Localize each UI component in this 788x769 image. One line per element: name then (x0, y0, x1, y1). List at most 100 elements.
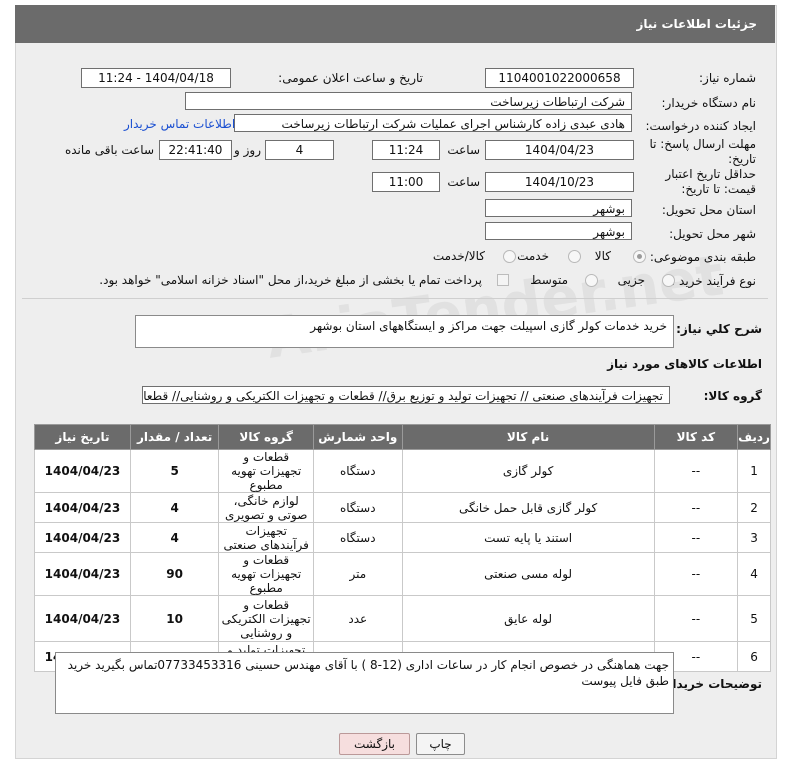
cell-qty: 90 (129, 552, 220, 596)
summary-textarea[interactable]: خرید خدمات کولر گازی اسپیلت جهت مراکز و … (135, 315, 674, 348)
col-header-name: نام کالا (401, 424, 655, 450)
cell-unit: دستگاه (312, 449, 403, 493)
goods-group-label: گروه کالا: (703, 389, 762, 403)
cell-date: 1404/04/23 (34, 552, 131, 596)
col-header-code: کد کالا (653, 424, 739, 450)
reply-days-field: 4 (265, 140, 334, 160)
category-radio-goods[interactable] (633, 250, 646, 263)
items-table: ردیف کد کالا نام کالا واحد شمارش گروه کا… (34, 424, 771, 672)
process-type-label: نوع فرآیند خرید : (671, 274, 756, 288)
reply-deadline-label: مهلت ارسال پاسخ: تا تاریخ: (649, 137, 756, 166)
goods-section-title: اطلاعات کالاهای مورد نیاز (607, 357, 762, 371)
print-button[interactable]: چاپ (416, 733, 465, 755)
cell-qty: 10 (129, 595, 220, 642)
need-number-label: شماره نیاز: (699, 71, 756, 85)
delivery-province-label: استان محل تحویل: (661, 203, 756, 217)
cell-unit: دستگاه (312, 522, 403, 553)
cell-index: 4 (737, 552, 771, 596)
delivery-province-field: بوشهر (485, 199, 632, 217)
category-radio-service[interactable] (568, 250, 581, 263)
goods-group-field: تجهیزات فرآیندهای صنعتی // تجهیزات تولید… (142, 386, 670, 404)
process-option-minor: جزیی (617, 273, 645, 287)
cell-name: کولر گازی (401, 449, 655, 493)
price-validity-label: حداقل تاریخ اعتبار قیمت: تا تاریخ: (665, 167, 756, 196)
cell-index: 1 (737, 449, 771, 493)
buyer-notes-label: توضیحات خریدار: (660, 677, 762, 691)
requester-field: هادی عبدی زاده کارشناس اجرای عملیات شرکت… (234, 114, 632, 132)
announce-datetime-label: تاریخ و ساعت اعلان عمومی: (278, 71, 423, 85)
cell-name: لوله مسی صنعتی (401, 552, 655, 596)
process-radio-minor[interactable] (662, 274, 675, 287)
buyer-contact-link[interactable]: اطلاعات تماس خریدار (124, 117, 235, 131)
announce-datetime-field: 1404/04/18 - 11:24 (81, 68, 231, 88)
reply-days-label: روز و (234, 143, 261, 157)
summary-label: شرح کلي نياز: (676, 322, 762, 336)
requester-label: ایجاد کننده درخواست: (645, 119, 756, 133)
table-row: 3 -- استند یا پایه تست دستگاه تجهیزات فر… (34, 522, 771, 553)
cell-code: -- (653, 492, 739, 523)
category-option-service: خدمت (517, 249, 549, 263)
process-option-medium: متوسط (530, 273, 568, 287)
cell-name: لوله عایق (401, 595, 655, 642)
summary-text: خرید خدمات کولر گازی اسپیلت جهت مراکز و … (310, 319, 667, 333)
reply-deadline-time-label: ساعت (447, 143, 480, 157)
price-validity-time-label: ساعت (447, 175, 480, 189)
category-option-goods: کالا (594, 249, 611, 263)
cell-unit: دستگاه (312, 492, 403, 523)
table-row: 5 -- لوله عایق عدد قطعات و تجهیزات الکتر… (34, 595, 771, 642)
buyer-org-field: شرکت ارتباطات زیرساخت (185, 92, 632, 110)
cell-index: 2 (737, 492, 771, 523)
buyer-notes-textarea[interactable]: جهت هماهنگی در خصوص انجام کار در ساعات ا… (55, 652, 674, 714)
cell-date: 1404/04/23 (34, 449, 131, 493)
cell-qty: 5 (129, 449, 220, 493)
cell-code: -- (653, 449, 739, 493)
col-header-qty: تعداد / مقدار (129, 424, 220, 450)
category-radio-goods-service[interactable] (503, 250, 516, 263)
cell-date: 1404/04/23 (34, 492, 131, 523)
buyer-notes-text: جهت هماهنگی در خصوص انجام کار در ساعات ا… (67, 658, 669, 688)
treasury-payment-checkbox[interactable] (497, 274, 509, 286)
cell-qty: 4 (129, 492, 220, 523)
cell-unit: عدد (312, 595, 403, 642)
col-header-index: ردیف (737, 424, 771, 450)
cell-group: قطعات و تجهیزات الکتریکی و روشنایی (218, 595, 314, 642)
cell-group: قطعات و تجهیزات تهویه مطبوع (218, 449, 314, 493)
remaining-time-label: ساعت باقی مانده (64, 143, 154, 157)
back-button[interactable]: بازگشت (339, 733, 410, 755)
table-row: 4 -- لوله مسی صنعتی متر قطعات و تجهیزات … (34, 552, 771, 596)
header-bar: جزئیات اطلاعات نیاز (15, 5, 775, 43)
price-validity-time: 11:00 (372, 172, 440, 192)
price-validity-date: 1404/10/23 (485, 172, 634, 192)
remaining-time-field: 22:41:40 (159, 140, 232, 160)
treasury-payment-note: پرداخت تمام یا بخشی از مبلغ خرید،از محل … (99, 273, 482, 287)
reply-deadline-date: 1404/04/23 (485, 140, 634, 160)
cell-index: 3 (737, 522, 771, 553)
table-row: 1 -- کولر گازی دستگاه قطعات و تجهیزات ته… (34, 449, 771, 493)
process-radio-medium[interactable] (585, 274, 598, 287)
delivery-city-field: بوشهر (485, 222, 632, 240)
reply-deadline-time: 11:24 (372, 140, 440, 160)
cell-index: 5 (737, 595, 771, 642)
cell-group: تجهیزات فرآیندهای صنعتی (218, 522, 314, 553)
section-divider (22, 298, 768, 299)
cell-code: -- (653, 552, 739, 596)
category-option-goods-service: کالا/خدمت (432, 249, 485, 263)
table-header-row: ردیف کد کالا نام کالا واحد شمارش گروه کا… (34, 424, 771, 450)
cell-date: 1404/04/23 (34, 595, 131, 642)
cell-unit: متر (312, 552, 403, 596)
table-row: 2 -- کولر گازی قابل حمل خانگی دستگاه لوا… (34, 492, 771, 523)
cell-date: 1404/04/23 (34, 522, 131, 553)
col-header-date: تاریخ نیاز (34, 424, 131, 450)
buyer-org-label: نام دستگاه خریدار: (661, 96, 757, 110)
cell-code: -- (653, 522, 739, 553)
cell-group: لوازم خانگی، صوتی و تصویری (218, 492, 314, 523)
category-label: طبقه بندی موضوعی: (649, 250, 756, 264)
need-number-field: 1104001022000658 (485, 68, 634, 88)
cell-index: 6 (737, 641, 771, 672)
col-header-unit: واحد شمارش (312, 424, 403, 450)
col-header-group: گروه کالا (218, 424, 314, 450)
cell-name: استند یا پایه تست (401, 522, 655, 553)
cell-name: کولر گازی قابل حمل خانگی (401, 492, 655, 523)
cell-group: قطعات و تجهیزات تهویه مطبوع (218, 552, 314, 596)
cell-code: -- (653, 595, 739, 642)
